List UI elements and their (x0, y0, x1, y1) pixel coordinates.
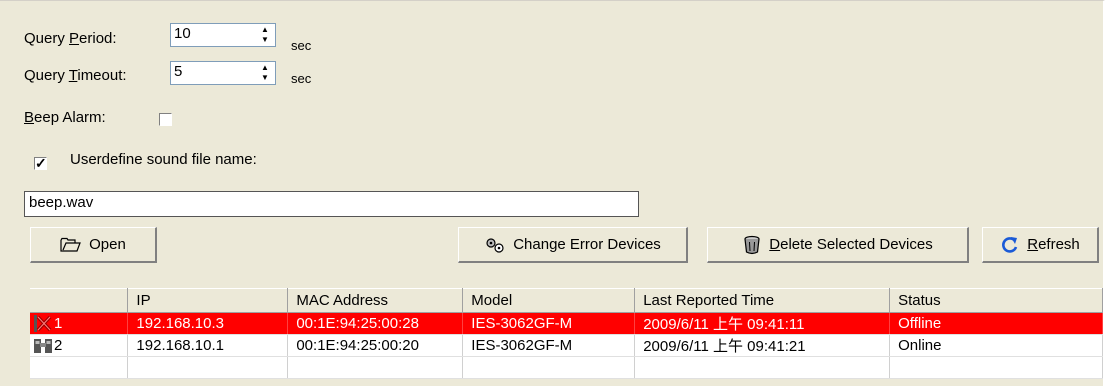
folder-open-icon (60, 237, 82, 252)
spin-up-icon[interactable]: ▲ (256, 25, 274, 35)
table-header-row: IP MAC Address Model Last Reported Time … (30, 288, 1103, 313)
row-index-cell[interactable]: 2 (30, 334, 129, 357)
row-model-cell[interactable]: IES-3062GF-M (462, 312, 636, 335)
row-mac-cell[interactable]: 00:1E:94:25:00:20 (287, 334, 464, 357)
row-ip-cell[interactable]: 192.168.10.3 (127, 312, 289, 335)
row-time-cell[interactable]: 2009/6/11 上午 09:41:21 (634, 334, 891, 357)
online-device-icon (34, 339, 52, 354)
table-row[interactable]: 1 192.168.10.3 00:1E:94:25:00:28 IES-306… (30, 312, 1103, 335)
gears-icon (486, 237, 504, 253)
open-button[interactable]: Open (30, 227, 157, 263)
trash-can-icon (744, 235, 760, 254)
column-header-ip[interactable]: IP (127, 288, 289, 313)
query-period-label: Query Period: (24, 30, 117, 47)
userdefine-checkbox[interactable]: ✓ (34, 155, 47, 171)
column-header-time[interactable]: Last Reported Time (634, 288, 891, 313)
userdefine-label: Userdefine sound file name: (70, 151, 257, 168)
spin-down-icon[interactable]: ▼ (256, 35, 274, 45)
query-timeout-unit: sec (291, 71, 312, 86)
query-period-unit: sec (291, 38, 312, 53)
column-header-index[interactable] (30, 288, 129, 313)
table-row[interactable]: 2 192.168.10.1 00:1E:94:25:00:20 IES-306… (30, 334, 1103, 357)
row-model-cell[interactable]: IES-3062GF-M (462, 334, 636, 357)
beep-alarm-label: Beep Alarm: (24, 109, 106, 126)
column-header-mac[interactable]: MAC Address (287, 288, 464, 313)
open-button-label: Open (89, 236, 126, 253)
query-timeout-label: Query Timeout: (24, 67, 127, 84)
column-header-status[interactable]: Status (889, 288, 1103, 313)
spin-up-icon[interactable]: ▲ (256, 63, 274, 73)
query-timeout-spinner[interactable]: 5 ▲ ▼ (170, 61, 276, 85)
query-timeout-value[interactable]: 5 (174, 63, 182, 80)
delete-selected-devices-button[interactable]: Delete Selected Devices (707, 227, 969, 263)
change-error-devices-label: Change Error Devices (513, 236, 661, 253)
refresh-button[interactable]: Refresh (982, 227, 1099, 263)
delete-selected-devices-label: Delete Selected Devices (769, 236, 933, 253)
device-table: IP MAC Address Model Last Reported Time … (30, 288, 1103, 379)
checkmark-icon: ✓ (35, 155, 47, 171)
table-row-empty (30, 356, 1103, 379)
settings-panel: Query Period: 10 ▲ ▼ sec Query Timeout: … (0, 0, 1105, 386)
query-period-value[interactable]: 10 (174, 25, 191, 42)
spin-down-icon[interactable]: ▼ (256, 73, 274, 83)
row-status-cell[interactable]: Online (889, 334, 1103, 357)
row-ip-cell[interactable]: 192.168.10.1 (127, 334, 289, 357)
row-index-cell[interactable]: 1 (30, 312, 129, 335)
refresh-icon (1002, 236, 1018, 253)
offline-x-icon (34, 315, 52, 333)
spin-arrows[interactable]: ▲ ▼ (256, 63, 274, 83)
column-header-model[interactable]: Model (462, 288, 636, 313)
spin-arrows[interactable]: ▲ ▼ (256, 25, 274, 45)
row-status-cell[interactable]: Offline (889, 312, 1103, 335)
row-mac-cell[interactable]: 00:1E:94:25:00:28 (287, 312, 464, 335)
beep-alarm-checkbox[interactable] (159, 113, 172, 126)
refresh-label: Refresh (1027, 236, 1080, 253)
change-error-devices-button[interactable]: Change Error Devices (458, 227, 688, 263)
row-time-cell[interactable]: 2009/6/11 上午 09:41:11 (634, 312, 891, 335)
sound-file-input[interactable]: beep.wav (24, 191, 639, 217)
query-period-spinner[interactable]: 10 ▲ ▼ (170, 23, 276, 47)
